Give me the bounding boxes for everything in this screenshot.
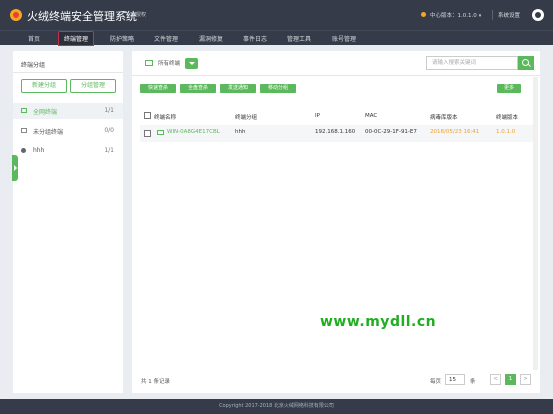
search-icon[interactable] bbox=[518, 56, 534, 70]
nav-vulnerability-fix[interactable]: 漏洞修复 bbox=[199, 34, 223, 43]
terminal-group: hhh bbox=[235, 129, 246, 135]
copyright-footer: Copyright 2017-2018 北京火绒网络科技有限公司 bbox=[0, 399, 553, 414]
monitor-icon bbox=[157, 130, 164, 135]
table-header: 终端名称 终端分组 IP MAC 病毒库版本 终端版本 bbox=[140, 109, 534, 123]
col-ip: IP bbox=[315, 113, 320, 119]
wifi-icon bbox=[122, 11, 128, 17]
users-icon bbox=[21, 148, 26, 153]
col-mac: MAC bbox=[365, 113, 378, 119]
manage-group-button[interactable]: 分组管理 bbox=[70, 79, 116, 93]
nav-terminal-management[interactable]: 终端管理 bbox=[58, 31, 95, 46]
next-page-button[interactable]: > bbox=[520, 374, 531, 385]
nav-file-management[interactable]: 文件管理 bbox=[154, 34, 178, 43]
terminal-mac: 00-0C-29-1F-91-E7 bbox=[365, 129, 417, 135]
page-1-button[interactable]: 1 bbox=[505, 374, 516, 385]
top-bar: 火绒终端安全管理系统 未授权 中心版本：1.0.1.0 ▾ 系统设置 bbox=[0, 0, 553, 30]
system-settings-link[interactable]: 系统设置 bbox=[498, 11, 520, 19]
sidebar-collapse-toggle[interactable] bbox=[12, 155, 18, 181]
terminal-filter-dropdown[interactable] bbox=[185, 58, 198, 69]
col-group: 终端分组 bbox=[235, 115, 258, 121]
group-count: 1/1 bbox=[104, 107, 114, 114]
nav-protection-policy[interactable]: 防护策略 bbox=[110, 34, 134, 43]
nav-home[interactable]: 首页 bbox=[28, 34, 40, 43]
group-name: 未分组终端 bbox=[33, 129, 64, 136]
sidebar-title: 终端分组 bbox=[21, 62, 46, 69]
group-name: 全网终端 bbox=[33, 109, 58, 116]
quick-scan-button[interactable]: 快速查杀 bbox=[140, 84, 176, 93]
new-group-button[interactable]: 新建分组 bbox=[21, 79, 67, 93]
watermark: www.mydll.cn bbox=[320, 314, 437, 330]
group-count: 1/1 bbox=[104, 147, 114, 154]
virus-db-version: 2018/05/23 16:41 bbox=[430, 129, 480, 135]
monitor-icon bbox=[21, 108, 27, 113]
main-nav: 首页 终端管理 防护策略 文件管理 漏洞修复 事件日志 管理工具 账号管理 bbox=[0, 30, 553, 46]
nav-account-management[interactable]: 账号管理 bbox=[332, 34, 356, 43]
per-page-unit: 条 bbox=[470, 379, 476, 385]
total-records: 共 1 条记录 bbox=[141, 379, 170, 385]
chevron-down-icon: ▾ bbox=[478, 13, 482, 19]
sidebar-item-ungrouped[interactable]: 未分组终端 0/0 bbox=[13, 123, 123, 139]
auth-status: 未授权 bbox=[131, 12, 147, 18]
divider bbox=[13, 72, 123, 73]
per-page-label: 每页 bbox=[430, 379, 442, 385]
app-title: 火绒终端安全管理系统 bbox=[27, 10, 137, 23]
per-page-input[interactable]: 15 bbox=[445, 374, 465, 385]
send-notice-button[interactable]: 发送通知 bbox=[220, 84, 256, 93]
terminal-filter-label: 所有终端 bbox=[158, 61, 181, 67]
divider bbox=[492, 10, 493, 20]
nav-event-log[interactable]: 事件日志 bbox=[243, 34, 267, 43]
row-checkbox[interactable] bbox=[144, 130, 151, 137]
group-name: hhh bbox=[33, 147, 45, 154]
sun-icon bbox=[421, 12, 426, 17]
group-sidebar: 终端分组 新建分组 分组管理 全网终端 1/1 未分组终端 0/0 hhh 1/… bbox=[13, 51, 123, 393]
col-version: 终端版本 bbox=[496, 115, 519, 121]
select-all-checkbox[interactable] bbox=[144, 112, 151, 119]
nav-admin-tools[interactable]: 管理工具 bbox=[287, 34, 311, 43]
monitor-icon bbox=[21, 128, 27, 133]
terminal-ip: 192.168.1.160 bbox=[315, 129, 356, 135]
terminal-panel: 所有终端 快速查杀 全盘查杀 发送通知 移动分组 更多 终端名称 终端分组 IP… bbox=[132, 51, 540, 393]
search-input[interactable] bbox=[426, 56, 518, 70]
monitor-icon bbox=[145, 60, 153, 66]
sidebar-item-hhh[interactable]: hhh 1/1 bbox=[13, 143, 123, 159]
col-name: 终端名称 bbox=[154, 115, 177, 121]
logo-icon bbox=[10, 9, 22, 21]
sidebar-item-all-terminals[interactable]: 全网终端 1/1 bbox=[13, 103, 123, 119]
group-count: 0/0 bbox=[104, 127, 114, 134]
center-version-label: 中心版本：1.0.1.0 bbox=[430, 13, 477, 19]
center-version-dropdown[interactable]: 中心版本：1.0.1.0 ▾ bbox=[430, 11, 481, 19]
terminal-version: 1.0.1.0 bbox=[496, 129, 516, 135]
scrollbar[interactable] bbox=[533, 77, 538, 370]
move-group-button[interactable]: 移动分组 bbox=[260, 84, 296, 93]
col-virus-db: 病毒库版本 bbox=[430, 115, 458, 121]
table-row[interactable]: WIN-0A8G4E17CBL hhh 192.168.1.160 00-0C-… bbox=[140, 125, 534, 142]
full-scan-button[interactable]: 全盘查杀 bbox=[180, 84, 216, 93]
more-button[interactable]: 更多 bbox=[497, 84, 521, 93]
prev-page-button[interactable]: < bbox=[490, 374, 501, 385]
divider bbox=[132, 75, 540, 76]
user-icon[interactable] bbox=[532, 9, 544, 21]
terminal-name-link[interactable]: WIN-0A8G4E17CBL bbox=[167, 129, 220, 135]
